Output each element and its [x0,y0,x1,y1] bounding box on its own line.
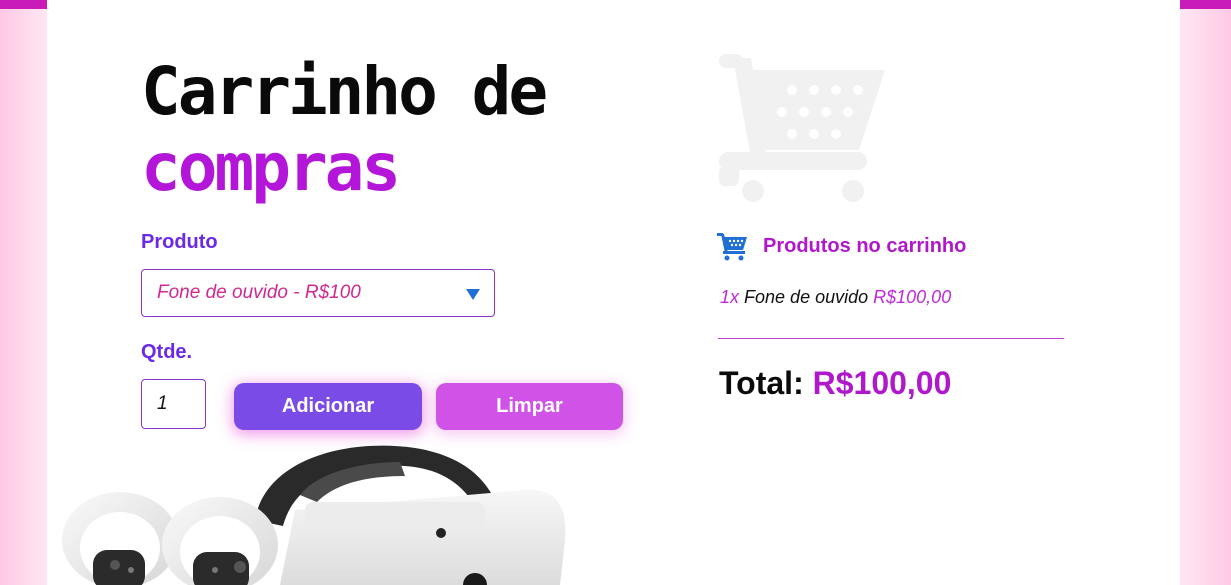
cart-header: Produtos no carrinho [717,231,966,261]
shopping-cart-icon [717,233,747,261]
page-title: Carrinho de compras [141,53,548,206]
total-value: R$100,00 [812,365,952,401]
quantity-input[interactable]: 1 [141,379,206,429]
cart-item-qty: 1x [720,287,740,307]
cart-total: Total: R$100,00 [719,365,951,402]
product-select-value: Fone de ouvido - R$100 [157,282,361,303]
cart-title: Produtos no carrinho [763,234,967,257]
product-select[interactable]: Fone de ouvido - R$100 [141,269,495,317]
page-title-line1: Carrinho de [141,53,548,130]
main-panel: Carrinho de compras Produto Fone de ouvi… [47,0,1180,585]
product-label: Produto [141,231,218,253]
total-label: Total: [719,365,804,401]
cart-item: 1x Fone de ouvido R$100,00 [720,287,951,308]
cart-divider [718,338,1064,339]
clear-button[interactable]: Limpar [436,383,623,430]
add-button[interactable]: Adicionar [234,383,422,430]
page-title-line2: compras [141,129,401,206]
shopping-cart-icon [719,54,885,202]
triangle-down-icon [466,289,480,300]
cart-item-price: R$100,00 [873,287,952,307]
quantity-label: Qtde. [141,341,193,363]
vr-headset-image [62,445,566,585]
quantity-value: 1 [157,393,168,414]
left-edge-decoration [0,0,47,585]
cart-item-name: Fone de ouvido [744,287,869,307]
right-edge-decoration [1180,0,1231,585]
